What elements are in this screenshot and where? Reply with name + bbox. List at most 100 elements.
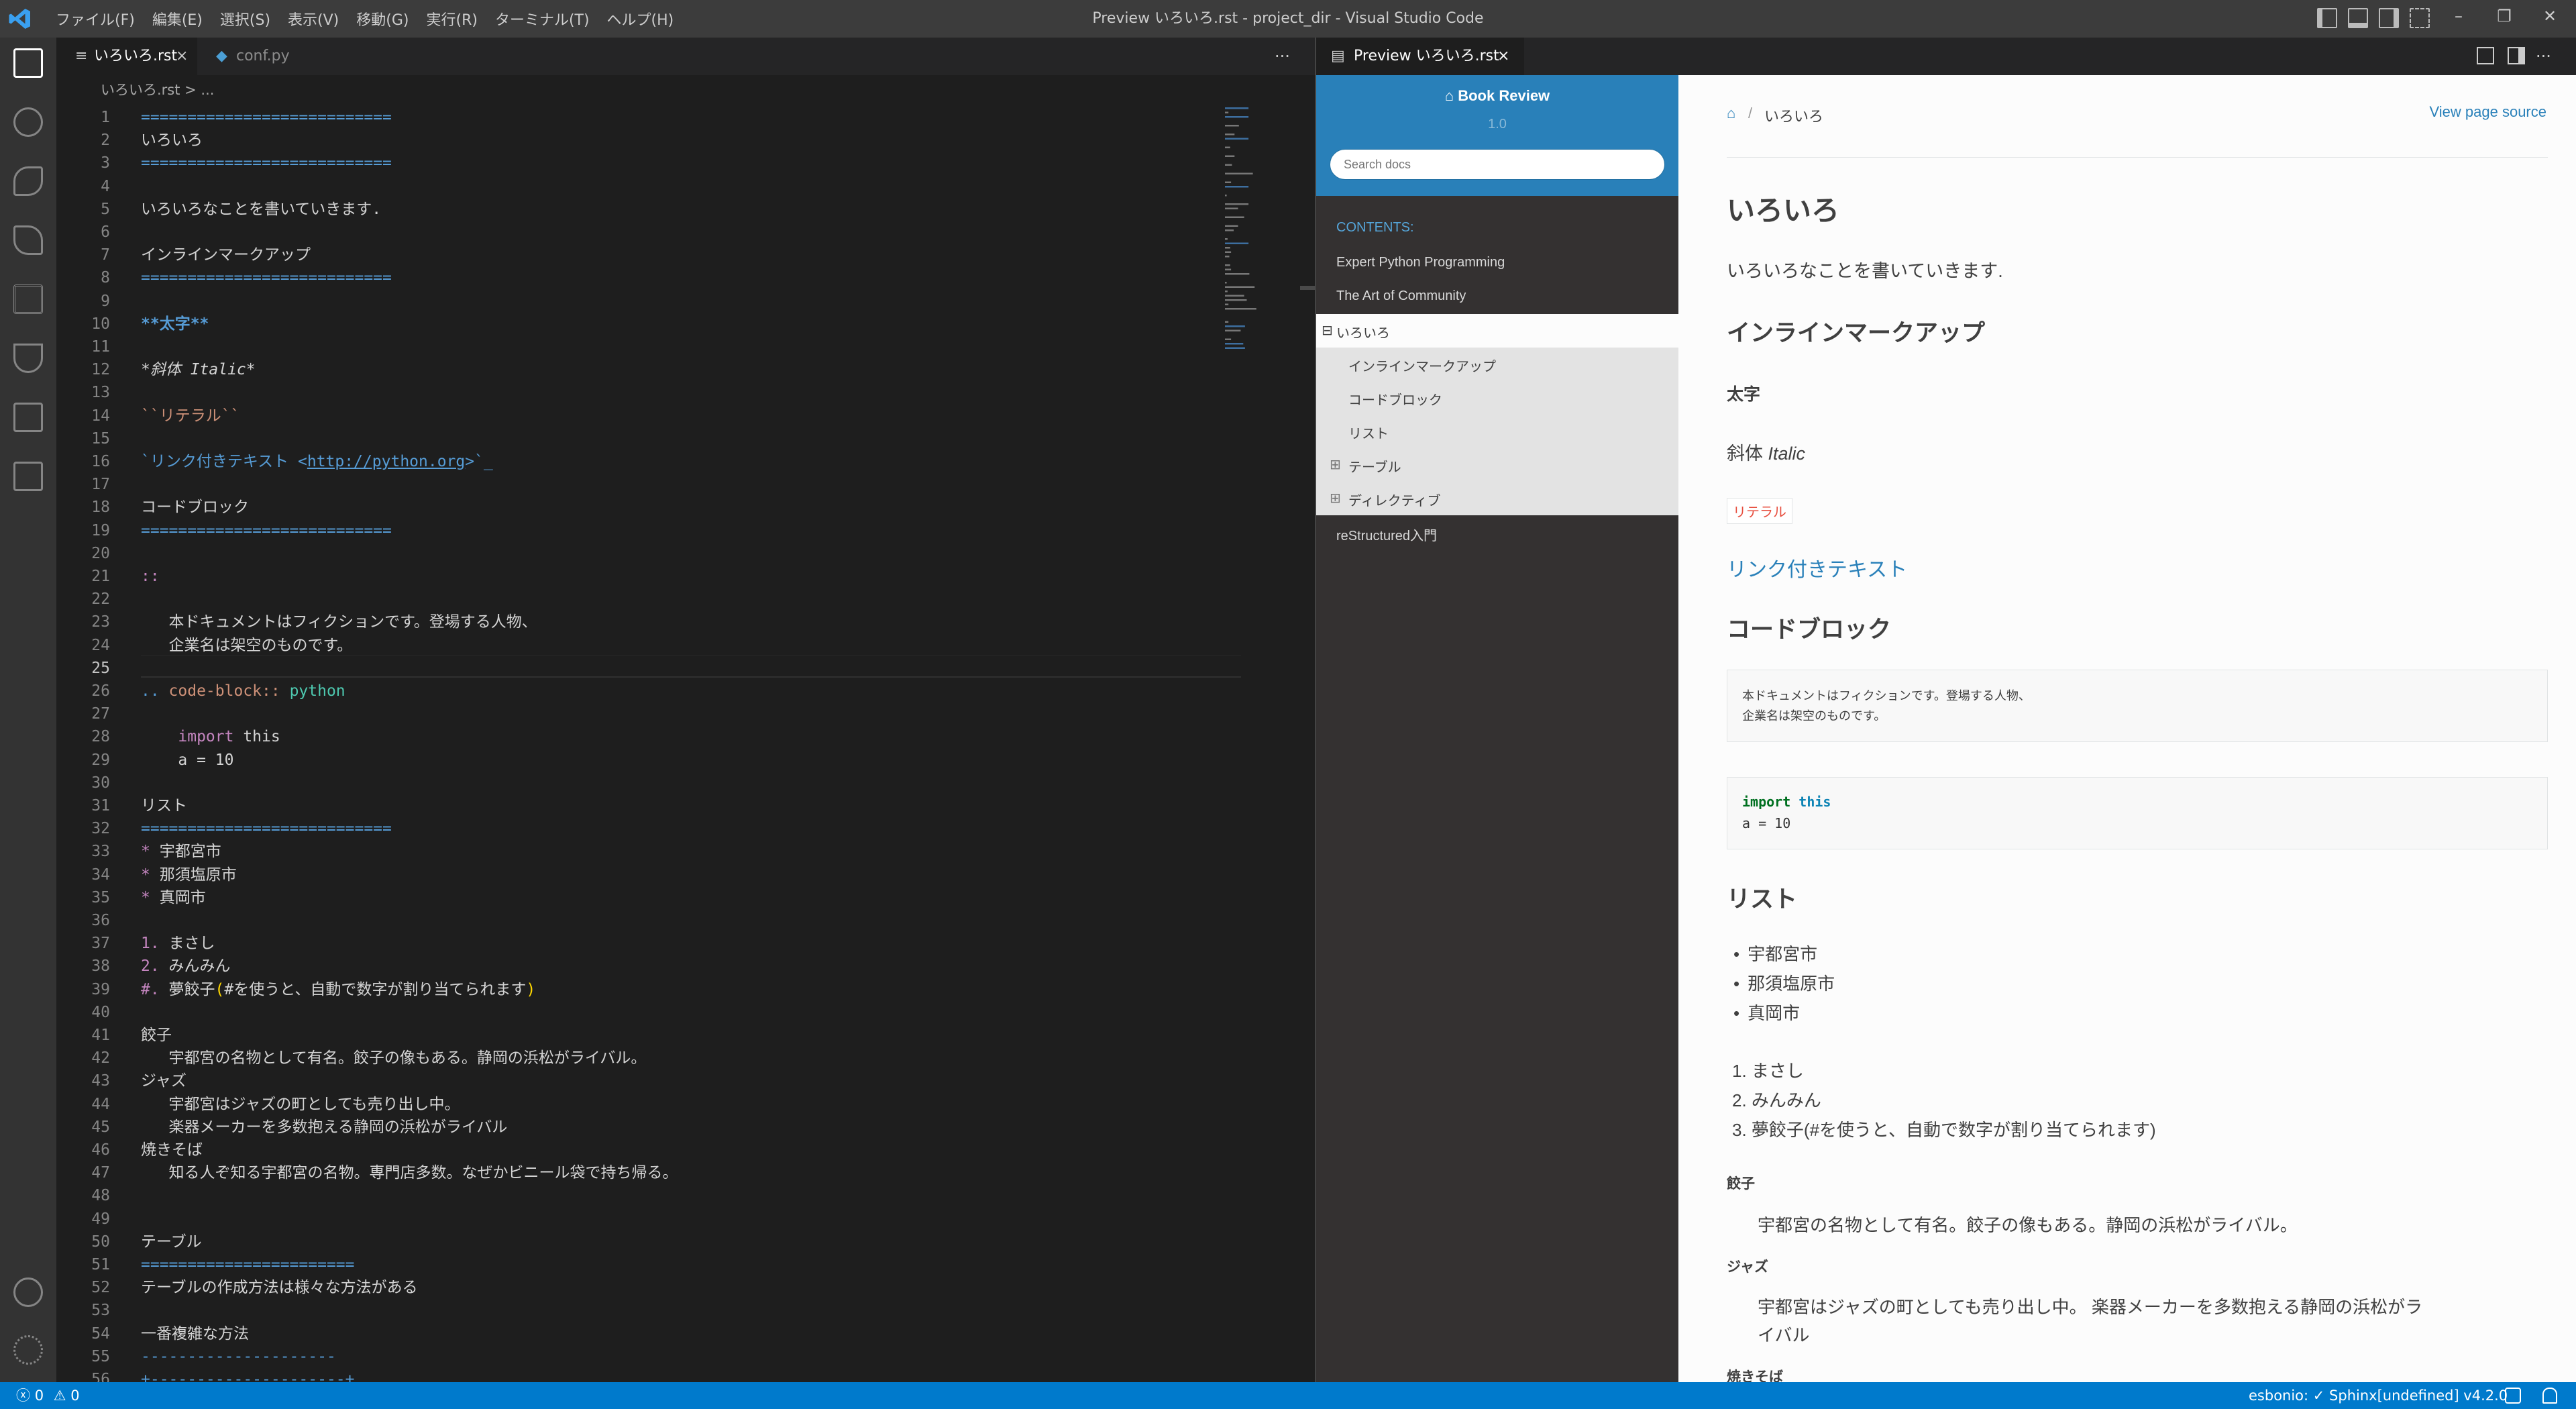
home-icon[interactable]: ⌂ bbox=[1727, 105, 1735, 122]
menu-selection[interactable]: 選択(S) bbox=[211, 8, 279, 30]
minimap-line bbox=[1225, 343, 1244, 345]
code-line: リスト bbox=[141, 797, 187, 815]
tab-preview[interactable]: ▤ Preview いろいろ.rst × bbox=[1316, 38, 1524, 75]
line-number: 3 bbox=[101, 154, 110, 172]
minimap-line bbox=[1225, 264, 1230, 266]
manage-gear-icon[interactable] bbox=[13, 1335, 43, 1365]
code-line: **太字** bbox=[141, 315, 209, 333]
nav-sub-table[interactable]: テーブル bbox=[1316, 456, 1678, 476]
notifications-bell-icon[interactable] bbox=[2542, 1388, 2557, 1404]
toggle-panel-icon[interactable] bbox=[2348, 8, 2368, 28]
minimize-icon[interactable]: – bbox=[2449, 7, 2469, 30]
minimap-line bbox=[1225, 303, 1229, 305]
line-number: 53 bbox=[91, 1302, 110, 1320]
code-line: 餃子 bbox=[141, 1027, 172, 1044]
minimap-line bbox=[1225, 321, 1229, 323]
python-org-link[interactable]: リンク付きテキスト bbox=[1727, 553, 1907, 582]
error-count: 0 bbox=[34, 1388, 44, 1404]
project-version: 1.0 bbox=[1488, 117, 1507, 132]
line-number: 36 bbox=[91, 912, 110, 929]
nav-subtree: インラインマークアップ コードブロック リスト ⊞ テーブル ⊞ ディレクティブ bbox=[1316, 348, 1678, 515]
tab-close-icon[interactable]: × bbox=[1497, 38, 1509, 75]
esbonio-status[interactable]: esbonio: ✓ Sphinx[undefined] v4.2.0 bbox=[2249, 1382, 2508, 1409]
minimap-line bbox=[1225, 247, 1230, 249]
nav-item-art-of-community[interactable]: The Art of Community bbox=[1336, 289, 1466, 304]
toggle-secondary-sidebar-icon[interactable] bbox=[2379, 8, 2399, 28]
bullet-list-item: • 真岡市 bbox=[1727, 1000, 1800, 1025]
testing-icon[interactable] bbox=[13, 344, 43, 373]
code-line: 企業名は架空のものです。 bbox=[141, 636, 353, 654]
definition-term: 焼きそば bbox=[1727, 1369, 1783, 1382]
toggle-primary-sidebar-icon[interactable] bbox=[2317, 8, 2337, 28]
customize-layout-icon[interactable] bbox=[2410, 8, 2430, 28]
breadcrumb[interactable]: いろいろ.rst > ... bbox=[56, 75, 1315, 105]
line-number: 46 bbox=[91, 1141, 110, 1159]
error-icon: ⓧ bbox=[16, 1388, 30, 1404]
code-line: *斜体 Italic* bbox=[141, 361, 256, 379]
line-number: 38 bbox=[91, 957, 110, 976]
nav-item-current[interactable]: ⊟ いろいろ bbox=[1316, 314, 1678, 348]
menu-help[interactable]: ヘルプ(H) bbox=[598, 8, 683, 30]
nav-sub-code-block[interactable]: コードブロック bbox=[1316, 389, 1678, 409]
editor-scrollbar[interactable] bbox=[1300, 286, 1315, 290]
minimap-line bbox=[1225, 338, 1232, 340]
nav-sub-inline-markup[interactable]: インラインマークアップ bbox=[1316, 356, 1678, 375]
line-number: 10 bbox=[91, 315, 110, 333]
literal-text: リテラル bbox=[1727, 498, 1792, 524]
more-actions-icon[interactable]: ··· bbox=[2536, 38, 2551, 75]
restore-icon[interactable]: ❐ bbox=[2494, 7, 2514, 30]
view-page-source-link[interactable]: View page source bbox=[2390, 103, 2547, 121]
intro-paragraph: いろいろなことを書いていきます. bbox=[1727, 261, 2003, 281]
extensions-icon[interactable] bbox=[13, 284, 43, 314]
line-number: 26 bbox=[91, 682, 110, 700]
docker-icon[interactable] bbox=[13, 462, 43, 491]
code-line: =========================== bbox=[141, 521, 392, 539]
feedback-icon[interactable] bbox=[2505, 1388, 2521, 1404]
minimap-line bbox=[1225, 268, 1232, 270]
italic-jp: 斜体 bbox=[1727, 443, 1763, 464]
ordered-number: 2. bbox=[1732, 1090, 1747, 1110]
remote-explorer-icon[interactable] bbox=[13, 403, 43, 432]
menu-go[interactable]: 移動(G) bbox=[347, 8, 417, 30]
ordered-text: 夢餃子(#を使うと、自動で数字が割り当てられます) bbox=[1751, 1120, 2156, 1140]
line-number: 29 bbox=[91, 751, 110, 769]
menu-file[interactable]: ファイル(F) bbox=[47, 8, 144, 30]
menu-terminal[interactable]: ターミナル(T) bbox=[486, 8, 598, 30]
split-editor-icon[interactable] bbox=[2508, 47, 2525, 64]
tab-conf-py[interactable]: ◆ conf.py bbox=[199, 38, 333, 75]
problems-indicator[interactable]: ⓧ 0 ⚠ 0 bbox=[16, 1382, 80, 1409]
menu-view[interactable]: 表示(V) bbox=[279, 8, 347, 30]
ordered-list-item: 2. みんみん bbox=[1732, 1087, 1821, 1112]
nav-item-expert-python[interactable]: Expert Python Programming bbox=[1336, 255, 1505, 270]
tab-irorio-rst[interactable]: ≡ いろいろ.rst × bbox=[56, 38, 197, 75]
nav-item-restructured-intro[interactable]: reStructured入門 bbox=[1336, 525, 1437, 544]
more-actions-icon[interactable]: ··· bbox=[1275, 38, 1290, 75]
minimap-line bbox=[1225, 329, 1241, 331]
source-control-icon[interactable] bbox=[13, 166, 43, 196]
tab-label: conf.py bbox=[236, 48, 290, 64]
toc-caption: CONTENTS: bbox=[1336, 220, 1414, 235]
explorer-icon[interactable] bbox=[13, 48, 43, 78]
menu-edit[interactable]: 編集(E) bbox=[144, 8, 211, 30]
close-window-icon[interactable]: ✕ bbox=[2540, 7, 2560, 30]
tab-close-icon[interactable]: × bbox=[176, 38, 188, 75]
line-number: 1 bbox=[101, 109, 110, 126]
line-number: 15 bbox=[91, 429, 110, 448]
bullet-icon: • bbox=[1733, 974, 1740, 994]
nav-sub-list[interactable]: リスト bbox=[1316, 423, 1678, 442]
collapse-icon[interactable]: ⊟ bbox=[1322, 322, 1333, 338]
search-docs-input[interactable] bbox=[1330, 149, 1665, 180]
minimap[interactable] bbox=[1224, 105, 1315, 373]
menu-run[interactable]: 実行(R) bbox=[417, 8, 486, 30]
breadcrumb-current: いろいろ bbox=[1764, 108, 1824, 125]
search-icon[interactable] bbox=[13, 107, 43, 137]
open-source-icon[interactable] bbox=[2477, 47, 2494, 64]
run-debug-icon[interactable] bbox=[13, 225, 43, 255]
code-line: =========================== bbox=[141, 269, 392, 287]
accounts-icon[interactable] bbox=[13, 1277, 43, 1307]
minimap-line bbox=[1225, 164, 1232, 166]
project-home-link[interactable]: ⌂ Book Review bbox=[1316, 87, 1678, 105]
code-line: 焼きそば bbox=[141, 1141, 203, 1159]
code-editor[interactable]: 1 =========================== 2 いろいろ 3 ======… bbox=[56, 105, 1315, 1382]
nav-sub-directive[interactable]: ディレクティブ bbox=[1316, 490, 1678, 509]
